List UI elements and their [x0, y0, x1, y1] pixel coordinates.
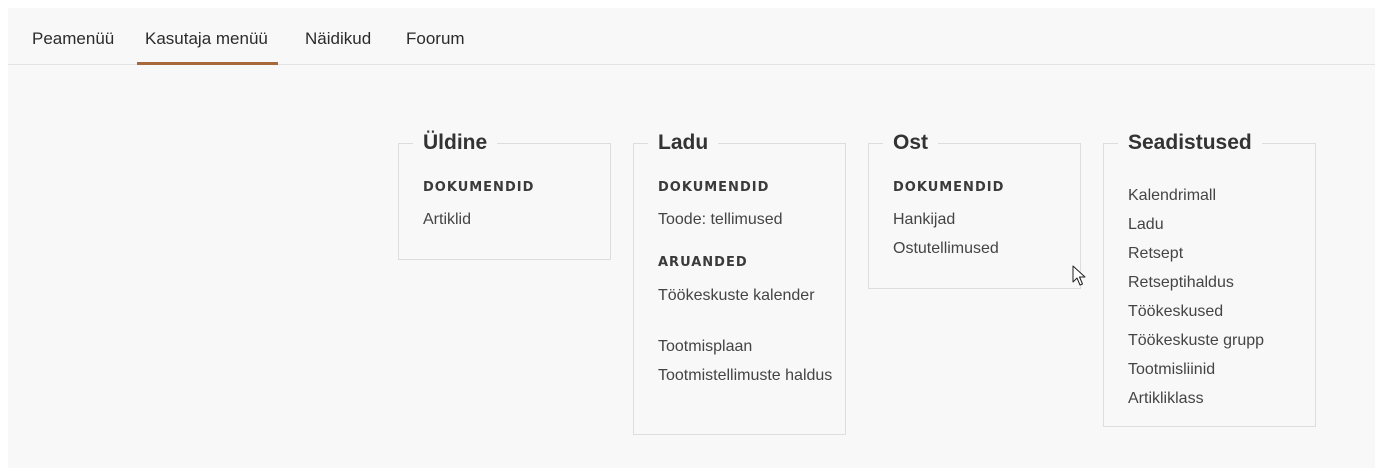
menu-item-retsept[interactable]: Retsept: [1128, 244, 1183, 263]
menu-item-tootmisliinid[interactable]: Tootmisliinid: [1128, 360, 1215, 379]
menu-item-tookeskuste-grupp[interactable]: Töökeskuste grupp: [1128, 331, 1264, 350]
menu-item-artiklid[interactable]: Artiklid: [423, 210, 471, 229]
section-heading-dokumendid: DOKUMENDID: [423, 180, 535, 195]
tab-foorum[interactable]: Foorum: [406, 8, 465, 64]
section-heading-dokumendid: DOKUMENDID: [893, 180, 1005, 195]
group-uldine: Üldine DOKUMENDID Artiklid: [398, 131, 611, 260]
menu-item-retseptihaldus[interactable]: Retseptihaldus: [1128, 273, 1234, 292]
menu-item-ladu[interactable]: Ladu: [1128, 215, 1164, 234]
tab-peamenuu[interactable]: Peamenüü: [32, 8, 114, 64]
menu-item-ostutellimused[interactable]: Ostutellimused: [893, 239, 999, 258]
menu-item-tookeskused[interactable]: Töökeskused: [1128, 302, 1223, 321]
section-heading-aruanded: ARUANDED: [658, 255, 748, 270]
menu-item-tookeskuste-kalender[interactable]: Töökeskuste kalender: [658, 286, 828, 305]
group-title: Ladu: [648, 131, 719, 155]
section-heading-dokumendid: DOKUMENDID: [658, 180, 770, 195]
menu-tabs: Peamenüü Kasutaja menüü Näidikud Foorum: [8, 8, 1375, 65]
tab-kasutaja-menuu[interactable]: Kasutaja menüü: [137, 8, 278, 65]
user-menu-page: Peamenüü Kasutaja menüü Näidikud Foorum …: [8, 8, 1375, 468]
tab-naidikud[interactable]: Näidikud: [305, 8, 371, 64]
group-title: Ost: [883, 131, 939, 155]
group-ladu: Ladu DOKUMENDID Toode: tellimused ARUAND…: [633, 131, 846, 435]
group-title: Üldine: [413, 131, 498, 155]
menu-item-artikliklass[interactable]: Artikliklass: [1128, 389, 1204, 408]
group-title: Seadistused: [1118, 131, 1262, 155]
menu-item-hankijad[interactable]: Hankijad: [893, 210, 955, 229]
group-ost: Ost DOKUMENDID Hankijad Ostutellimused: [868, 131, 1081, 289]
menu-item-tootmisplaan[interactable]: Tootmisplaan: [658, 337, 752, 356]
menu-item-toode-tellimused[interactable]: Toode: tellimused: [658, 210, 783, 229]
menu-item-tootmistellimuste-haldus[interactable]: Tootmistellimuste haldus: [658, 366, 838, 385]
mouse-pointer-icon: [1072, 265, 1086, 286]
group-seadistused: Seadistused Kalendrimall Ladu Retsept Re…: [1103, 131, 1316, 427]
menu-item-kalendrimall[interactable]: Kalendrimall: [1128, 186, 1216, 205]
